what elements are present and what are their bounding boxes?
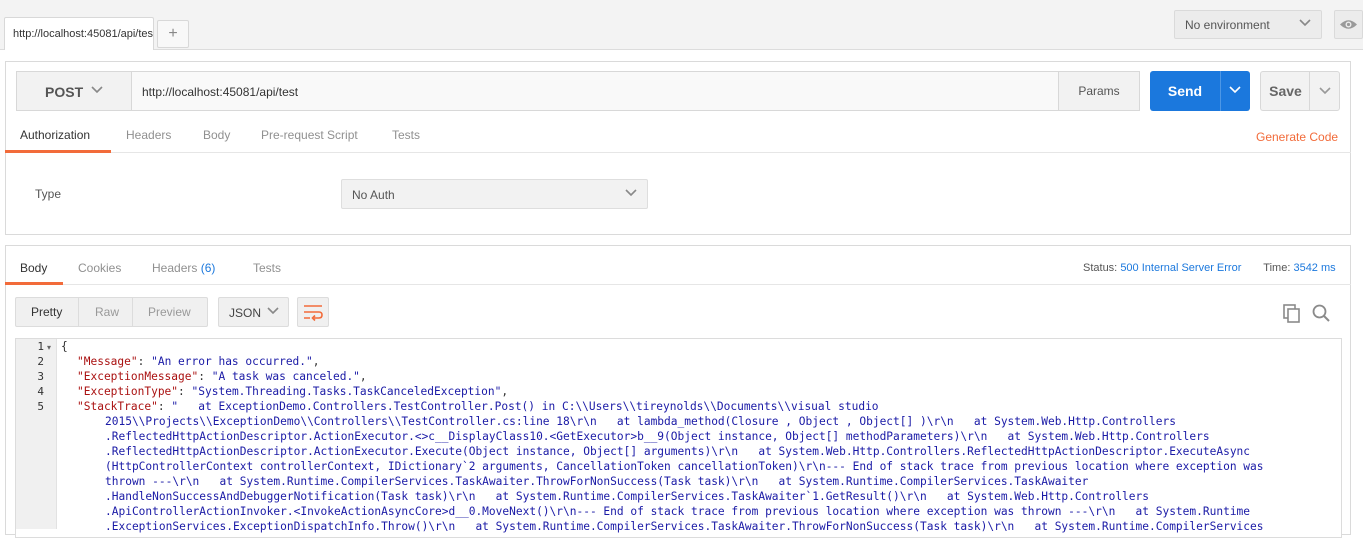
- line-number: 2: [37, 355, 44, 368]
- line-number: 4: [37, 385, 44, 398]
- code-line-wrapped: 2015\\Projects\\ExceptionDemo\\Controlle…: [105, 415, 1176, 428]
- send-dropdown-button[interactable]: [1220, 71, 1250, 111]
- environment-select[interactable]: No environment: [1174, 10, 1322, 39]
- view-mode-divider: [78, 298, 79, 326]
- status-label: Status:: [1083, 262, 1118, 274]
- tab-pre-request-script[interactable]: Pre-request Script: [261, 128, 358, 152]
- method-label: POST: [45, 84, 84, 100]
- fold-toggle[interactable]: ▾: [47, 343, 51, 352]
- top-bar: [0, 0, 1363, 50]
- auth-type-select[interactable]: No Auth: [341, 179, 648, 209]
- tab-headers[interactable]: Headers: [126, 128, 171, 152]
- request-tab-label: http://localhost:45081/api/test: [13, 28, 154, 40]
- code-line-wrapped: .ReflectedHttpActionDescriptor.ActionExe…: [105, 445, 1251, 458]
- auth-type-label: Type: [35, 187, 62, 201]
- response-tab-headers-label: Headers: [152, 261, 198, 275]
- code-line: {: [61, 339, 68, 354]
- save-button[interactable]: Save: [1260, 71, 1310, 111]
- json-string: "An error has occurred.": [151, 355, 313, 368]
- tab-tests[interactable]: Tests: [392, 128, 420, 152]
- response-tab-body[interactable]: Body: [20, 261, 47, 275]
- wrap-lines-button[interactable]: [297, 297, 329, 327]
- line-number: 5: [37, 400, 44, 413]
- format-value: JSON: [229, 306, 262, 320]
- headers-count-badge: (6): [200, 261, 216, 275]
- code-line-wrapped: .ReflectedHttpActionDescriptor.ActionExe…: [105, 430, 1210, 443]
- view-raw-button[interactable]: Raw: [95, 305, 119, 319]
- code-line-wrapped: .ExceptionServices.ExceptionDispatchInfo…: [105, 520, 1264, 533]
- json-key: "ExceptionMessage": [77, 370, 199, 383]
- code-line: "StackTrace": " at ExceptionDemo.Control…: [77, 400, 879, 413]
- active-tab-indicator: [5, 150, 111, 153]
- response-meta: Status: 500 Internal Server Error Time: …: [1083, 262, 1336, 274]
- auth-type-value: No Auth: [352, 188, 395, 202]
- environment-quick-look-button[interactable]: [1334, 10, 1363, 39]
- json-key: "StackTrace": [77, 400, 158, 413]
- format-select[interactable]: JSON: [218, 297, 289, 327]
- json-key: "ExceptionType": [77, 385, 179, 398]
- time-value: 3542 ms: [1293, 262, 1336, 274]
- environment-select-label: No environment: [1185, 18, 1270, 32]
- wrap-icon: [304, 305, 323, 322]
- code-line-wrapped: (HttpControllerContext controllerContext…: [105, 460, 1264, 473]
- view-pretty-button[interactable]: Pretty: [31, 305, 62, 319]
- chevron-down-icon: [1299, 19, 1311, 27]
- search-icon[interactable]: [1311, 303, 1331, 323]
- json-key: "Message": [77, 355, 138, 368]
- response-tab-headers[interactable]: Headers (6): [152, 261, 215, 275]
- code-line-wrapped: thrown ---\r\n at System.Runtime.Compile…: [105, 475, 1089, 488]
- save-dropdown-button[interactable]: [1309, 71, 1340, 111]
- generate-code-link[interactable]: Generate Code: [1256, 130, 1338, 144]
- line-number: 1: [37, 340, 44, 353]
- response-tabs-divider: [5, 284, 1351, 285]
- tab-authorization[interactable]: Authorization: [20, 128, 90, 152]
- chevron-down-icon: [1229, 86, 1241, 94]
- time-label: Time:: [1263, 262, 1291, 274]
- code-line: "ExceptionType": "System.Threading.Tasks…: [77, 385, 509, 398]
- eye-icon: [1340, 20, 1357, 29]
- chevron-down-icon: [267, 307, 279, 315]
- chevron-down-icon: [1319, 87, 1331, 95]
- send-button[interactable]: Send: [1150, 71, 1220, 111]
- view-preview-button[interactable]: Preview: [148, 305, 191, 319]
- url-input[interactable]: http://localhost:45081/api/test: [131, 71, 1059, 111]
- active-response-tab-indicator: [5, 282, 63, 285]
- json-brace: {: [61, 340, 68, 353]
- json-string: "A task was canceled.": [211, 370, 360, 383]
- request-tab[interactable]: http://localhost:45081/api/test: [4, 17, 154, 50]
- json-string: " at ExceptionDemo.Controllers.TestContr…: [171, 400, 879, 413]
- tab-body[interactable]: Body: [203, 128, 230, 152]
- top-bar-divider: [0, 49, 1363, 50]
- params-button[interactable]: Params: [1058, 71, 1140, 111]
- code-line: "Message": "An error has occurred.",: [77, 355, 320, 368]
- new-tab-button[interactable]: +: [157, 20, 189, 48]
- status-value: 500 Internal Server Error: [1120, 262, 1242, 274]
- request-tabs-divider: [5, 152, 1351, 153]
- code-line-wrapped: .ApiControllerActionInvoker.<InvokeActio…: [105, 505, 1251, 518]
- response-tab-tests[interactable]: Tests: [253, 261, 281, 275]
- code-line-wrapped: .HandleNonSuccessAndDebuggerNotification…: [105, 490, 1149, 503]
- code-line: "ExceptionMessage": "A task was canceled…: [77, 370, 367, 383]
- line-number: 3: [37, 370, 44, 383]
- copy-icon[interactable]: [1282, 303, 1302, 323]
- chevron-down-icon: [625, 189, 637, 197]
- json-string: "System.Threading.Tasks.TaskCanceledExce…: [191, 385, 502, 398]
- chevron-down-icon: [91, 86, 103, 94]
- view-mode-divider: [132, 298, 133, 326]
- response-tab-cookies[interactable]: Cookies: [78, 261, 121, 275]
- method-select[interactable]: POST: [16, 71, 132, 111]
